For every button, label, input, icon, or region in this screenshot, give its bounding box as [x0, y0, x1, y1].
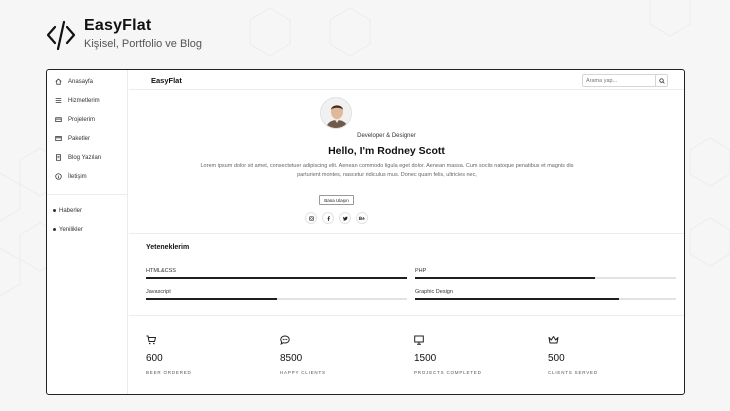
- stat-value: 8500: [280, 353, 303, 364]
- stat-label: BEER ORDERED: [146, 370, 192, 375]
- bullet-icon: [53, 209, 56, 212]
- instagram-link[interactable]: [305, 212, 317, 224]
- sidebar-item-services[interactable]: Hizmetlerim: [47, 91, 127, 110]
- skill-item: PHP: [415, 268, 676, 279]
- search-input[interactable]: [583, 75, 655, 86]
- crown-icon: [548, 336, 559, 344]
- sidebar: Anasayfa Hizmetlerim Projelerim Paketler: [47, 70, 128, 394]
- card-icon: [54, 135, 62, 143]
- top-bar: EasyFlat: [129, 70, 684, 90]
- stat-item: 600 BEER ORDERED: [146, 332, 266, 375]
- code-logo-icon: [46, 20, 76, 51]
- brand-header: EasyFlat Kişisel, Portfolio ve Blog: [46, 16, 202, 52]
- sidebar-item-label: Anasayfa: [68, 78, 94, 85]
- section-divider: [129, 315, 684, 316]
- monitor-icon: [414, 335, 424, 345]
- sidebar-news-label: Yenilikler: [59, 226, 83, 233]
- contact-button[interactable]: Bana Ulaşın: [319, 195, 354, 205]
- sidebar-nav: Anasayfa Hizmetlerim Projelerim Paketler: [47, 72, 127, 186]
- sidebar-item-label: İletişim: [68, 173, 87, 180]
- sidebar-news-item[interactable]: Yenilikler: [47, 220, 127, 239]
- skill-name: Graphic Design: [415, 289, 453, 295]
- social-links: [305, 212, 368, 224]
- sidebar-item-label: Projelerim: [68, 116, 96, 123]
- skill-item: Javascript: [146, 289, 407, 300]
- hero-headline: Hello, I'm Rodney Scott: [328, 145, 445, 157]
- skill-progress-track: [146, 298, 407, 300]
- stat-item: 500 CLIENTS SERVED: [548, 332, 668, 375]
- skill-progress-track: [415, 298, 676, 300]
- home-icon: [54, 78, 62, 86]
- sidebar-item-label: Hizmetlerim: [68, 97, 100, 104]
- folder-icon: [54, 116, 62, 124]
- skill-name: Javascript: [146, 289, 171, 295]
- info-icon: [54, 173, 62, 181]
- skill-progress-fill: [146, 277, 407, 279]
- stat-item: 8500 HAPPY CLIENTS: [280, 332, 400, 375]
- document-icon: [54, 154, 62, 162]
- skill-progress-fill: [415, 298, 619, 300]
- sidebar-item-home[interactable]: Anasayfa: [47, 72, 127, 91]
- chat-icon: [280, 335, 290, 346]
- skill-item: Graphic Design: [415, 289, 676, 300]
- skill-progress-fill: [415, 277, 596, 279]
- brand-subtitle: Kişisel, Portfolio ve Blog: [84, 38, 202, 50]
- skill-name: PHP: [415, 268, 427, 274]
- stat-label: CLIENTS SERVED: [548, 370, 598, 375]
- list-icon: [54, 97, 62, 105]
- brand-title: EasyFlat: [84, 17, 152, 34]
- stat-label: PROJECTS COMPLETED: [414, 370, 482, 375]
- bullet-icon: [53, 228, 56, 231]
- site-preview-frame: Anasayfa Hizmetlerim Projelerim Paketler: [46, 69, 685, 395]
- hero-bio: Lorem ipsum dolor sit amet, consectetuer…: [200, 163, 574, 179]
- search-button[interactable]: [655, 75, 667, 86]
- behance-icon: [359, 216, 365, 220]
- sidebar-divider: [47, 194, 128, 195]
- sidebar-news-item[interactable]: Haberler: [47, 201, 127, 220]
- skill-item: HTML&CSS: [146, 268, 407, 279]
- instagram-icon: [308, 215, 314, 221]
- hero-role: Developer & Designer: [357, 133, 416, 139]
- search-box: [582, 74, 668, 87]
- stat-value: 500: [548, 353, 565, 364]
- facebook-link[interactable]: [322, 212, 334, 224]
- behance-link[interactable]: [356, 212, 368, 224]
- sidebar-item-contact[interactable]: İletişim: [47, 167, 127, 186]
- cart-icon: [146, 335, 157, 345]
- search-icon: [658, 77, 665, 84]
- skill-progress-fill: [146, 298, 277, 300]
- avatar: [320, 97, 352, 129]
- stat-value: 600: [146, 353, 163, 364]
- stat-label: HAPPY CLIENTS: [280, 370, 326, 375]
- skill-name: HTML&CSS: [146, 268, 176, 274]
- skill-progress-track: [146, 277, 407, 279]
- sidebar-news-label: Haberler: [59, 207, 83, 214]
- skills-title: Yeteneklerim: [146, 244, 190, 251]
- skill-progress-track: [415, 277, 676, 279]
- stat-value: 1500: [414, 353, 437, 364]
- twitter-link[interactable]: [339, 212, 351, 224]
- facebook-icon: [327, 215, 330, 221]
- stat-item: 1500 PROJECTS COMPLETED: [414, 332, 534, 375]
- section-divider: [129, 233, 684, 234]
- sidebar-item-projects[interactable]: Projelerim: [47, 110, 127, 129]
- twitter-icon: [342, 216, 348, 221]
- site-title[interactable]: EasyFlat: [151, 76, 182, 85]
